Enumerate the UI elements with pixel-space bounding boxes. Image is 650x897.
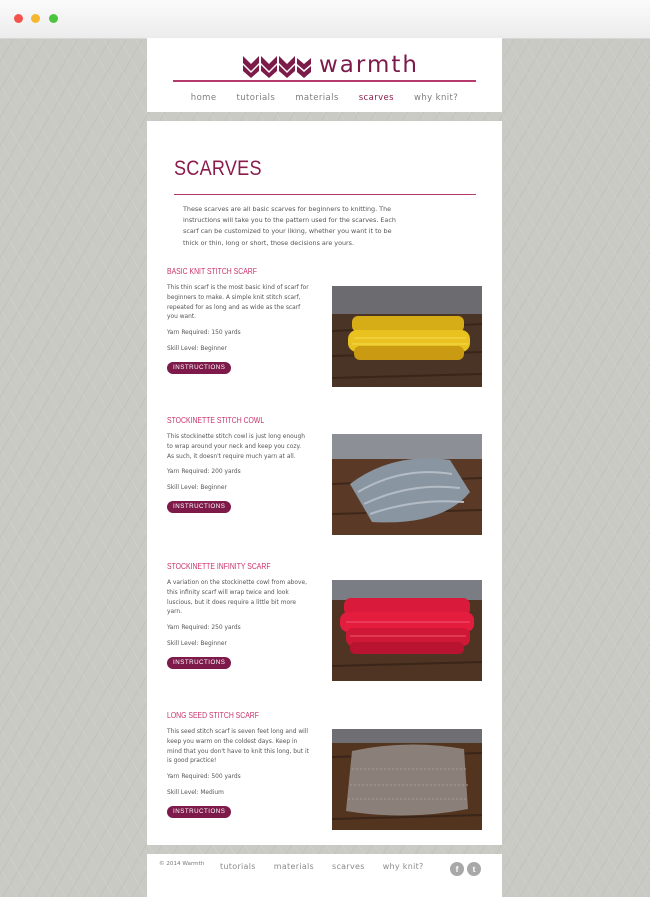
minimize-window-icon[interactable] — [31, 14, 40, 23]
scarf-photo — [332, 580, 482, 681]
browser-titlebar — [0, 0, 650, 39]
footer-nav-scarves[interactable]: scarves — [332, 862, 365, 871]
instructions-button[interactable]: INSTRUCTIONS — [167, 806, 232, 818]
brand-name: warmth — [319, 52, 419, 78]
scarf-title: BASIC KNIT STITCH SCARF — [167, 266, 257, 276]
footer-nav-tutorials[interactable]: tutorials — [220, 862, 256, 871]
page-title: SCARVES — [174, 157, 262, 180]
nav-home[interactable]: home — [191, 93, 217, 103]
copyright-text: © 2014 Warmth — [159, 861, 205, 867]
scarf-description: This thin scarf is the most basic kind o… — [167, 285, 309, 321]
yarn-required: Yarn Required: 200 yards — [167, 469, 241, 475]
scarf-description: A variation on the stockinette cowl from… — [167, 580, 308, 616]
yarn-required: Yarn Required: 150 yards — [167, 330, 241, 336]
skill-level: Skill Level: Beginner — [167, 485, 227, 491]
instructions-button[interactable]: INSTRUCTIONS — [167, 657, 232, 669]
site-footer: © 2014 Warmth tutorials materials scarve… — [147, 854, 502, 897]
nav-why-knit[interactable]: why knit? — [414, 93, 458, 103]
site-logo[interactable]: warmth — [243, 51, 419, 79]
scarf-description: This seed stitch scarf is seven feet lon… — [167, 729, 309, 765]
close-window-icon[interactable] — [14, 14, 23, 23]
nav-tutorials[interactable]: tutorials — [236, 93, 275, 103]
yarn-required: Yarn Required: 250 yards — [167, 625, 241, 631]
instructions-button[interactable]: INSTRUCTIONS — [167, 501, 232, 513]
nav-scarves[interactable]: scarves — [359, 93, 394, 103]
scarf-title: STOCKINETTE STITCH COWL — [167, 415, 265, 425]
scarf-description: This stockinette stitch cowl is just lon… — [167, 434, 305, 460]
zigzag-knit-icon — [243, 52, 311, 78]
skill-level: Skill Level: Beginner — [167, 346, 227, 352]
footer-nav: tutorials materials scarves why knit? — [220, 862, 424, 871]
intro-text: These scarves are all basic scarves for … — [183, 205, 396, 247]
skill-level: Skill Level: Beginner — [167, 641, 227, 647]
yarn-required: Yarn Required: 500 yards — [167, 774, 241, 780]
title-divider — [174, 194, 476, 195]
main-nav: home tutorials materials scarves why kni… — [147, 93, 502, 103]
scarf-title: STOCKINETTE INFINITY SCARF — [167, 561, 271, 571]
scarf-title: LONG SEED STITCH SCARF — [167, 710, 259, 720]
scarf-photo — [332, 434, 482, 535]
scarf-photo — [332, 729, 482, 830]
site-header: warmth home tutorials materials scarves … — [147, 38, 502, 112]
scarf-photo — [332, 286, 482, 387]
maximize-window-icon[interactable] — [49, 14, 58, 23]
main-content: SCARVES These scarves are all basic scar… — [147, 121, 502, 845]
twitter-icon[interactable]: t — [467, 862, 481, 876]
instructions-button[interactable]: INSTRUCTIONS — [167, 362, 232, 374]
footer-nav-materials[interactable]: materials — [274, 862, 314, 871]
header-divider — [173, 80, 476, 82]
facebook-icon[interactable]: f — [450, 862, 464, 876]
nav-materials[interactable]: materials — [295, 93, 339, 103]
footer-nav-why-knit[interactable]: why knit? — [383, 862, 424, 871]
skill-level: Skill Level: Medium — [167, 790, 224, 796]
